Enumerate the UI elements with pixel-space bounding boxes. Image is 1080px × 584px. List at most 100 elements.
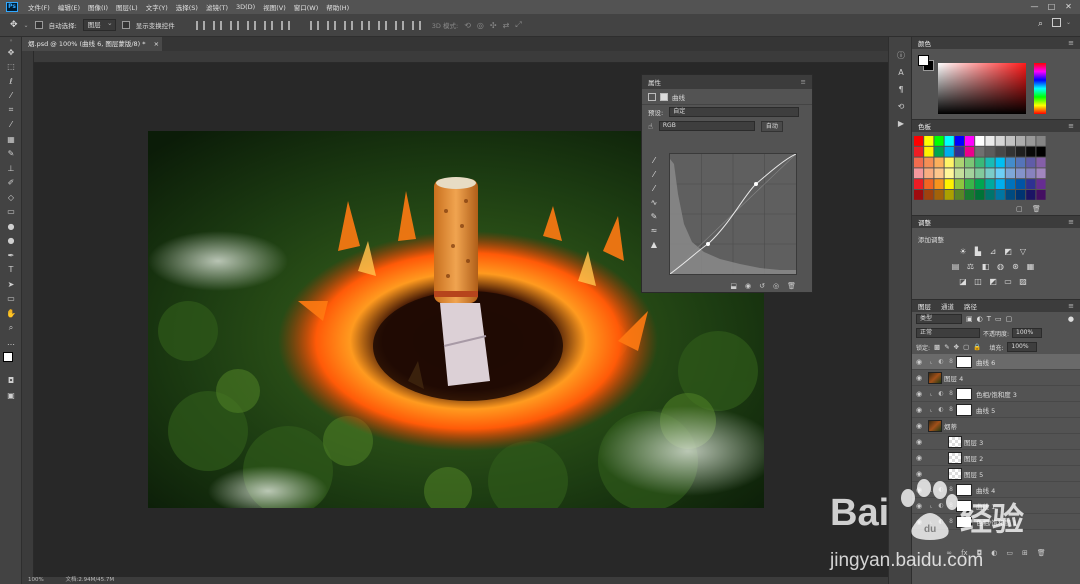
foreground-color[interactable] <box>918 55 929 66</box>
hand-tool[interactable]: ✋ <box>0 306 22 321</box>
workspace-icon[interactable] <box>1052 18 1061 27</box>
layer-name[interactable]: 烟蒂 <box>944 421 957 431</box>
scale-3d-icon[interactable]: ⤢ <box>515 20 521 30</box>
exposure-icon[interactable]: ◩ <box>1003 246 1014 257</box>
roll-3d-icon[interactable]: ◎ <box>477 21 484 30</box>
layer-mask-thumbnail[interactable] <box>956 403 972 416</box>
menu-3d[interactable]: 3D(D) <box>232 3 259 11</box>
color-swatch[interactable] <box>914 136 924 146</box>
color-swatch[interactable] <box>954 190 964 200</box>
vertical-ruler[interactable] <box>22 51 34 584</box>
chain-link-icon[interactable]: 8 <box>946 406 956 413</box>
color-swatch[interactable] <box>1016 157 1026 168</box>
color-swatch[interactable] <box>1005 157 1015 168</box>
color-swatch[interactable] <box>1016 190 1026 200</box>
layer-name[interactable]: 曲线 5 <box>976 405 995 415</box>
filter-shape-icon[interactable]: ▭ <box>995 315 1002 323</box>
pencil-icon[interactable]: ✎ <box>648 211 660 222</box>
layer-name[interactable]: 图层 4 <box>944 373 963 383</box>
align-vcenter-icon[interactable] <box>212 20 222 30</box>
document-tab[interactable]: 烟.psd @ 100% (曲线 6, 图层蒙版/8) * × <box>22 37 162 51</box>
levels-icon[interactable]: ▙ <box>973 246 984 257</box>
actions-icon[interactable]: ▶ <box>889 115 913 132</box>
color-swatch[interactable] <box>1036 179 1046 189</box>
color-swatch[interactable] <box>944 168 954 179</box>
filter-adjust-icon[interactable]: ◐ <box>977 315 983 323</box>
swatches-tab[interactable]: 色板 <box>918 121 931 131</box>
info-icon[interactable]: ⓘ <box>889 47 913 64</box>
color-swatch[interactable] <box>1016 168 1026 179</box>
screen-mode-button[interactable]: ▣ <box>0 388 22 403</box>
layer-name[interactable]: 曲线 6 <box>976 357 995 367</box>
color-swatch[interactable] <box>965 136 975 146</box>
visibility-eye-icon[interactable]: ◉ <box>912 374 926 382</box>
posterize-icon[interactable]: ◫ <box>973 276 984 287</box>
move-tool-icon[interactable]: ✥ <box>10 20 18 30</box>
show-transform-checkbox[interactable] <box>121 21 130 29</box>
layer-thumbnail[interactable] <box>928 371 942 384</box>
color-swatch[interactable] <box>934 157 944 168</box>
auto-select-dropdown[interactable]: 图层 <box>82 18 116 31</box>
layer-thumbnail[interactable] <box>948 451 962 464</box>
clipping-warning-icon[interactable]: ▲ <box>648 239 660 250</box>
auto-button[interactable]: 自动 <box>760 120 783 132</box>
search-icon[interactable]: ⌕ <box>1038 19 1043 29</box>
eyedropper-tool[interactable]: ⁄ <box>0 118 22 133</box>
layer-mask-thumbnail[interactable] <box>956 387 972 400</box>
color-swatch[interactable] <box>944 157 954 168</box>
color-swatch[interactable] <box>1026 190 1036 200</box>
threshold-icon[interactable]: ◩ <box>988 276 999 287</box>
color-swatch[interactable] <box>1026 136 1036 146</box>
layer-row[interactable]: ◉ 烟蒂 <box>912 418 1080 434</box>
chain-link-icon[interactable]: 8 <box>946 358 956 365</box>
color-swatch[interactable] <box>914 190 924 200</box>
minimize-button[interactable]: — <box>1030 2 1039 11</box>
menu-help[interactable]: 帮助(H) <box>322 2 353 12</box>
layer-name[interactable]: 色相/饱和度 3 <box>976 389 1017 399</box>
lock-transparent-icon[interactable]: ▩ <box>934 343 940 351</box>
character-icon[interactable]: A <box>889 64 913 81</box>
color-swatch[interactable] <box>1026 179 1036 189</box>
color-tab[interactable]: 颜色 <box>918 38 931 48</box>
layer-row[interactable]: ◉ 图层 4 <box>912 370 1080 386</box>
color-swatch[interactable] <box>924 179 934 189</box>
color-swatch[interactable] <box>975 146 985 157</box>
marquee-tool[interactable]: ⬚ <box>0 60 22 75</box>
channels-tab[interactable]: 通道 <box>941 301 954 311</box>
fill-input[interactable]: 100% <box>1007 342 1038 352</box>
properties-header[interactable]: 属性 ≡ <box>642 75 812 89</box>
blend-mode-dropdown[interactable]: 正常 <box>916 328 980 338</box>
foreground-color[interactable] <box>3 351 13 362</box>
paragraph-icon[interactable]: ¶ <box>889 81 913 98</box>
color-swatch[interactable] <box>934 168 944 179</box>
color-swatches[interactable] <box>0 350 22 374</box>
distribute-bottom-icon[interactable] <box>343 20 353 30</box>
filter-toggle-icon[interactable]: ● <box>1068 315 1074 323</box>
view-previous-icon[interactable]: ◉ <box>745 282 751 290</box>
color-swatch[interactable] <box>965 157 975 168</box>
layer-name[interactable]: 图层 2 <box>964 453 983 463</box>
white-point-eyedropper-icon[interactable]: ⁄ <box>648 183 660 194</box>
align-hcenter-icon[interactable] <box>263 20 273 30</box>
chevron-down-icon[interactable]: ⌄ <box>1066 19 1071 26</box>
menu-layer[interactable]: 图层(L) <box>112 2 142 12</box>
color-swatch[interactable] <box>934 136 944 146</box>
layer-row[interactable]: ◉ ⌞ ◐ 8 色相/饱和度 3 <box>912 386 1080 402</box>
black-point-eyedropper-icon[interactable]: ⁄ <box>648 155 660 166</box>
color-swatch[interactable] <box>914 179 924 189</box>
color-swatch[interactable] <box>985 168 995 179</box>
swatch-grid[interactable] <box>914 136 1048 204</box>
color-swatch[interactable] <box>914 157 924 168</box>
color-swatch[interactable] <box>1005 179 1015 189</box>
adjustments-tab[interactable]: 调整 <box>918 217 931 227</box>
curves-graph[interactable] <box>669 153 797 275</box>
auto-select-checkbox[interactable] <box>34 21 43 29</box>
color-swatch[interactable] <box>985 179 995 189</box>
visibility-eye-icon[interactable]: ◉ <box>912 422 926 430</box>
close-tab-icon[interactable]: × <box>154 40 159 48</box>
quick-mask-button[interactable]: ◘ <box>0 374 22 389</box>
layer-row[interactable]: ◉ 图层 3 <box>912 434 1080 450</box>
channel-mixer-icon[interactable]: ⊛ <box>1010 261 1021 272</box>
color-swatch[interactable] <box>975 179 985 189</box>
adjustment-layer-icon[interactable]: ◐ <box>936 406 946 413</box>
